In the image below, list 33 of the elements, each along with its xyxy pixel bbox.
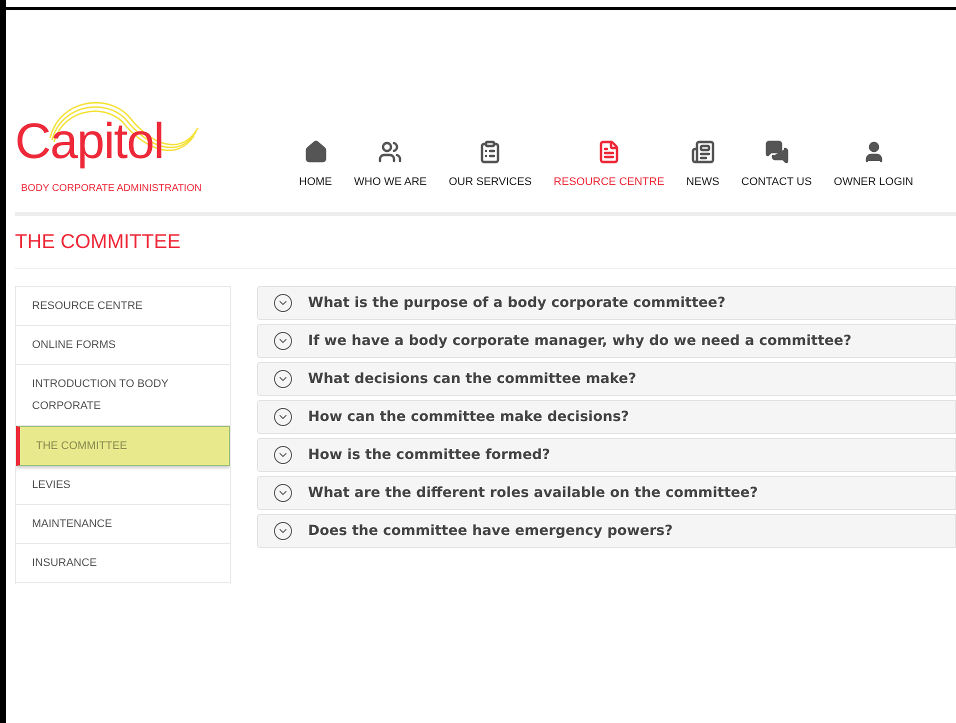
sidebar-item[interactable]: RESOURCE CENTRE — [16, 287, 230, 326]
faq-item[interactable]: What decisions can the committee make? — [257, 362, 956, 396]
sidebar-item[interactable]: ONLINE FORMS — [16, 326, 230, 365]
expand-icon — [274, 522, 292, 540]
home-icon — [304, 140, 328, 164]
nav-link[interactable]: WHO WE ARE — [354, 140, 427, 190]
nav-link[interactable]: OUR SERVICES — [448, 140, 532, 190]
faq-item[interactable]: If we have a body corporate manager, why do we need a committee? — [257, 324, 956, 358]
faq-item[interactable]: What are the different roles available on the committee? — [257, 476, 956, 510]
expand-icon — [274, 332, 292, 350]
newspaper-icon — [690, 140, 715, 164]
sidebar-item[interactable]: INSURANCE — [16, 544, 230, 583]
nav-link[interactable]: NEWS — [686, 140, 720, 190]
faq-item[interactable]: Does the committee have emergency powers? — [257, 514, 956, 548]
faq-item[interactable]: What is the purpose of a body corporate committee? — [257, 286, 956, 320]
page-title: THE COMMITTEE — [15, 232, 182, 252]
expand-icon — [274, 370, 292, 388]
faq-item[interactable]: How is the committee formed? — [257, 438, 956, 472]
nav-link[interactable]: HOME — [299, 140, 332, 190]
logo-tagline: BODY CORPORATE ADMINISTRATION — [21, 184, 202, 194]
nav-link[interactable]: OWNER LOGIN — [834, 140, 914, 190]
faq-item[interactable]: How can the committee make decisions? — [257, 400, 956, 434]
nav-link[interactable]: RESOURCE CENTRE — [554, 140, 664, 190]
expand-icon — [274, 408, 292, 426]
sidebar-item[interactable]: LEVIES — [16, 466, 230, 505]
sidebar-item[interactable]: MAINTENANCE — [16, 505, 230, 544]
people-icon — [378, 140, 402, 164]
expand-icon — [274, 484, 292, 502]
chat-icon — [764, 140, 789, 164]
nav-link[interactable]: CONTACT US — [741, 140, 812, 190]
logo-wordmark[interactable]: Capitol — [15, 116, 164, 166]
expand-icon — [274, 446, 292, 464]
expand-icon — [274, 294, 292, 312]
